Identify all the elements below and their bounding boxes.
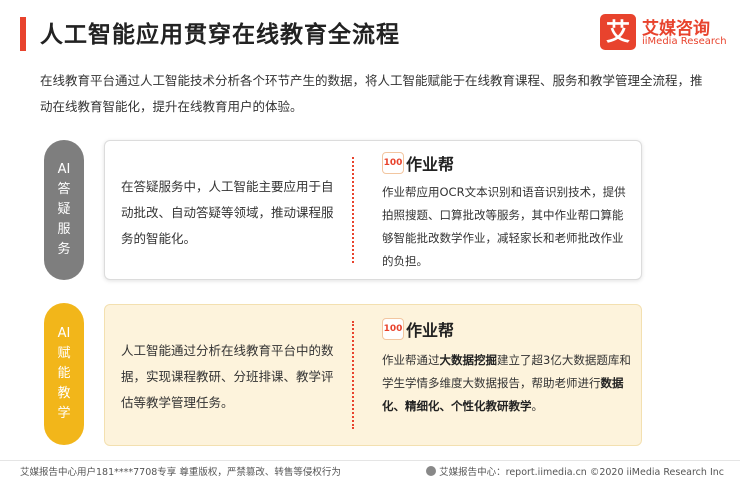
case-description: 作业帮应用OCR文本识别和语音识别技术，提供拍照搜题、口算批改等服务，其中作业帮… [382, 185, 626, 268]
title-accent-bar [20, 17, 26, 51]
section-label-text: AI赋能教学 [57, 326, 71, 421]
case-text-suffix: 。 [531, 399, 544, 413]
logo-mark-icon: 艾 [600, 14, 636, 50]
iimedia-logo: 艾 艾媒咨询 iiMedia Research [600, 14, 730, 54]
zuoyebang-logo-icon: 100 [382, 152, 404, 174]
section-label-text: AI答疑服务 [57, 162, 71, 257]
logo-en-text: iiMedia Research [642, 36, 727, 47]
case-text-prefix: 作业帮通过 [382, 353, 440, 367]
case-highlight-big-data: 大数据挖掘 [439, 353, 498, 367]
section-card-ai-qa: 在答疑服务中，人工智能主要应用于自动批改、自动答疑等领域，推动课程服务的智能化。… [104, 140, 642, 280]
footer-source-text: 艾媒报告中心：report.iimedia.cn ©2020 iiMedia R… [439, 467, 724, 478]
section-description: 在答疑服务中，人工智能主要应用于自动批改、自动答疑等领域，推动课程服务的智能化。 [121, 179, 334, 246]
footer-copyright: 艾媒报告中心用户181****7708专享 尊重版权，严禁篡改、转售等侵权行为 [20, 467, 341, 478]
intro-paragraph: 在线教育平台通过人工智能技术分析各个环节产生的数据，将人工智能赋能于在线教育课程… [40, 73, 703, 114]
page-title: 人工智能应用贯穿在线教育全流程 [40, 22, 400, 48]
case-description: 作业帮通过大数据挖掘建立了超3亿大数据题库和学生学情多维度大数据报告，帮助老师进… [382, 349, 632, 418]
section-label-ai-qa: AI答疑服务 [44, 140, 84, 280]
dotted-divider [352, 157, 354, 263]
footer-divider [0, 460, 740, 461]
footer-source: 艾媒报告中心：report.iimedia.cn ©2020 iiMedia R… [426, 464, 724, 478]
section-card-ai-teaching: 人工智能通过分析在线教育平台中的数据，实现课程教研、分班排课、教学评估等教学管理… [104, 304, 642, 446]
brand-name: 作业帮 [406, 321, 455, 340]
section-label-ai-teaching: AI赋能教学 [44, 303, 84, 445]
brand-name: 作业帮 [406, 155, 455, 174]
zuoyebang-logo-icon: 100 [382, 318, 404, 340]
report-center-icon [426, 466, 437, 476]
dotted-divider [352, 321, 354, 429]
section-description: 人工智能通过分析在线教育平台中的数据，实现课程教研、分班排课、教学评估等教学管理… [121, 343, 334, 410]
